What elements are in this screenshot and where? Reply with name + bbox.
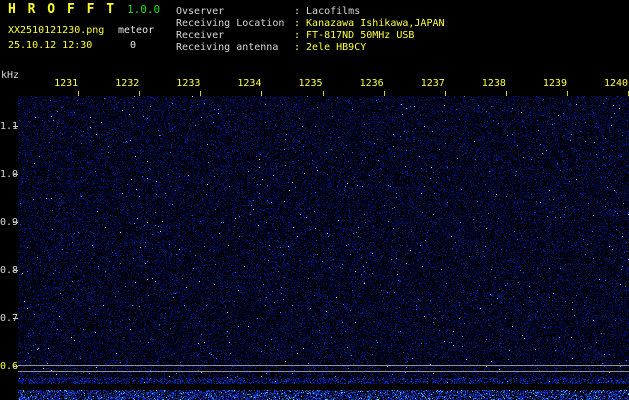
time-tick-label: 1238 [481, 78, 506, 89]
freq-tick-label: 1.1 [0, 121, 19, 133]
station-field-label: Receiver [176, 30, 225, 41]
time-tick-label: 1231 [54, 78, 79, 89]
meteor-count-value: 0 [130, 40, 137, 51]
record-datetime: 25.10.12 12:30 [8, 40, 93, 51]
time-tick-label: 1236 [359, 78, 384, 89]
time-tick-label: 1239 [542, 78, 567, 89]
station-field-label: Ovserver [176, 6, 225, 17]
time-tick-label: 1232 [115, 78, 140, 89]
station-info-row: Receiver : FT-817ND 50MHz USB [176, 30, 445, 42]
app-version: 1.0.0 [127, 3, 161, 16]
station-field-value: : FT-817ND 50MHz USB [294, 30, 415, 41]
freq-tick-label: 0.8 [0, 265, 19, 277]
station-info-row: Receiving antenna : 2ele HB9CY [176, 42, 445, 54]
freq-tick-label: 1.0 [0, 169, 19, 181]
freq-axis-unit-label: kHz [1, 70, 20, 81]
station-field-value: : 2ele HB9CY [294, 42, 367, 53]
time-tick-label: 1234 [237, 78, 262, 89]
time-tick-label: 1240 [604, 78, 629, 89]
station-field-label: Receiving Location [176, 18, 285, 29]
time-tick-label: 1235 [298, 78, 323, 89]
freq-tick-label: 0.7 [0, 313, 19, 325]
freq-tick-label: 0.6 [0, 361, 19, 373]
hrofft-output-window: H R O F F T 1.0.0 XX2510121230.png meteo… [0, 0, 629, 400]
station-field-value: : Kanazawa Ishikawa,JAPAN [294, 18, 445, 29]
freq-tick-label: 0.9 [0, 217, 19, 229]
station-field-label: Receiving antenna [176, 42, 279, 53]
signal-level-strip-canvas [18, 390, 629, 400]
station-info-row: Ovserver : Lacofilms [176, 6, 445, 18]
station-info-row: Receiving Location : Kanazawa Ishikawa,JA… [176, 18, 445, 30]
spectrogram-canvas [18, 96, 629, 384]
time-tick-label: 1237 [420, 78, 445, 89]
app-title: H R O F F T [8, 2, 117, 17]
station-info-block: Ovserver : Lacofilms Receiving Location : K… [176, 6, 445, 54]
station-field-value: : Lacofilms [294, 6, 361, 17]
time-tick-label: 1233 [176, 78, 201, 89]
meteor-counter-label: meteor [118, 25, 155, 36]
output-filename: XX2510121230.png [8, 25, 105, 36]
